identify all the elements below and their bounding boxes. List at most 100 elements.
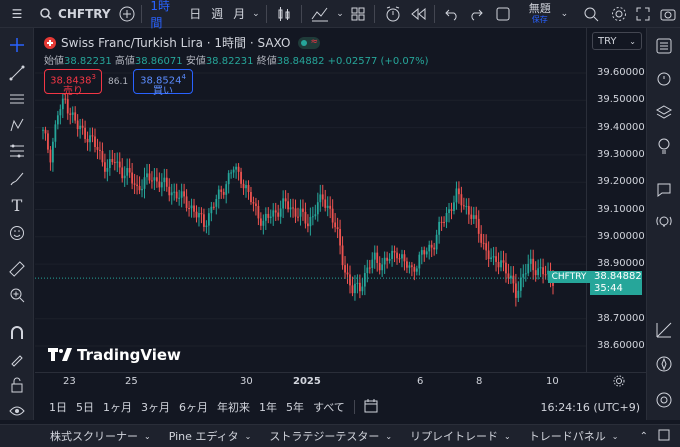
fullscreen-icon[interactable] [631,0,656,28]
range-button[interactable]: すべて [313,399,345,415]
clock[interactable]: 16:24:16 (UTC+9) [540,401,640,414]
interval-active[interactable]: 1時間 [146,0,184,30]
chevron-up-icon[interactable]: ⌃ [640,431,648,442]
maximize-icon[interactable] [658,429,670,444]
compare-add-icon[interactable] [117,0,138,28]
templates-icon[interactable] [346,0,371,28]
goto-date-icon[interactable] [363,398,379,417]
candles-icon[interactable] [271,0,297,28]
candle-body [259,218,262,226]
candle-body [108,158,111,169]
candle-body [99,149,101,151]
zoom-in-icon[interactable] [4,284,30,306]
candle-body [287,201,289,210]
candle-body [453,202,455,211]
candle-body [356,282,359,284]
candle-body [472,215,475,219]
stay-drawing-icon[interactable] [4,348,30,370]
candle-body [188,207,190,209]
candle-body [91,135,94,137]
sell-button[interactable]: 38.84383 売り [44,69,102,98]
interval-day[interactable]: 日 [184,0,206,28]
candle-body [220,189,223,192]
candle-body [336,227,339,230]
axis-settings-icon[interactable] [613,375,625,390]
candle-body [183,191,186,197]
snapshot-icon[interactable] [656,0,680,28]
pattern-icon[interactable] [4,114,30,136]
candle-body [462,205,465,207]
candle-body [126,168,129,176]
indicators-icon[interactable] [306,0,334,28]
range-button[interactable]: 5年 [286,399,304,415]
interval-month[interactable]: 月 [228,0,250,28]
candle-body [460,194,463,206]
quick-search-icon[interactable] [576,0,606,28]
price-tick: 38.90000 [597,258,645,270]
range-button[interactable]: 1年 [259,399,277,415]
candle-body [289,207,292,210]
range-button[interactable]: 年初来 [217,399,250,415]
range-button[interactable]: 3ヶ月 [141,399,170,415]
emoji-icon[interactable] [4,222,30,244]
interval-week[interactable]: 週 [206,0,228,28]
layers-icon[interactable] [651,100,677,124]
horizontal-lines-icon[interactable] [4,88,30,110]
candle-body [64,98,67,100]
chat-icon[interactable] [651,178,677,202]
range-button[interactable]: 1日 [49,399,67,415]
eye-icon[interactable] [4,400,30,422]
lock-icon[interactable] [4,374,30,396]
ruler-icon[interactable] [4,258,30,280]
bottom-tab[interactable]: リプレイトレード ⌄ [410,428,511,444]
idea-icon[interactable] [651,134,677,158]
symbol-search[interactable]: CHFTRY [34,0,117,28]
candle-body [542,267,544,275]
settings-icon[interactable] [606,0,631,28]
undo-icon[interactable] [439,0,464,28]
candle-body [524,273,527,275]
bottom-tab[interactable]: トレードパネル ⌄ [529,428,619,444]
streams-icon[interactable] [651,210,677,234]
alarm-icon[interactable] [651,66,677,90]
range-button[interactable]: 1ヶ月 [103,399,132,415]
chevron-down-icon[interactable]: ⌄ [334,0,345,28]
chevron-down-icon[interactable]: ⌄ [559,0,570,28]
fib-icon[interactable] [4,140,30,162]
layout-name-button[interactable]: 無題 保存 [521,0,559,28]
text-icon[interactable]: T [4,194,30,216]
candle-body [304,211,307,224]
replay-icon[interactable] [406,0,431,28]
magnet-icon[interactable] [4,322,30,344]
range-button[interactable]: 5日 [76,399,94,415]
price-tick: 39.40000 [597,121,645,133]
help-icon[interactable] [651,388,677,412]
range-button[interactable]: 6ヶ月 [179,399,208,415]
candle-body [398,258,401,260]
range-bar: 1日 5日 1ヶ月 3ヶ月 6ヶ月 年初来 1年 5年 すべて 16:24:16 (UTC+9) [35,395,646,419]
candle-body [423,250,426,255]
bottom-tab[interactable]: ストラテジーテスター ⌄ [269,428,392,444]
candle-body [49,149,52,163]
buy-button[interactable]: 38.85244 買い [133,69,193,97]
compass-icon[interactable] [651,352,677,376]
candle-body [371,259,374,268]
layout-icon[interactable] [489,0,517,28]
sell-label: 売り [63,86,83,98]
menu-icon[interactable]: ☰ [0,0,34,28]
candle-body [215,198,218,207]
watchlist-icon[interactable] [651,34,677,58]
bottom-tab[interactable]: Pine エディタ ⌄ [169,428,252,444]
chevron-down-icon[interactable]: ⌄ [250,0,261,28]
brush-icon[interactable] [4,168,30,190]
bottom-tab[interactable]: 株式スクリーナー ⌄ [50,428,151,444]
candle-body [299,208,302,217]
pine-chart-icon[interactable] [651,318,677,342]
redo-icon[interactable] [464,0,489,28]
crosshair-icon[interactable] [4,34,30,56]
trendline-icon[interactable] [4,62,30,84]
alert-icon[interactable] [379,0,405,28]
candle-body [106,168,109,172]
candle-body [141,188,143,191]
candle-body [363,273,366,287]
